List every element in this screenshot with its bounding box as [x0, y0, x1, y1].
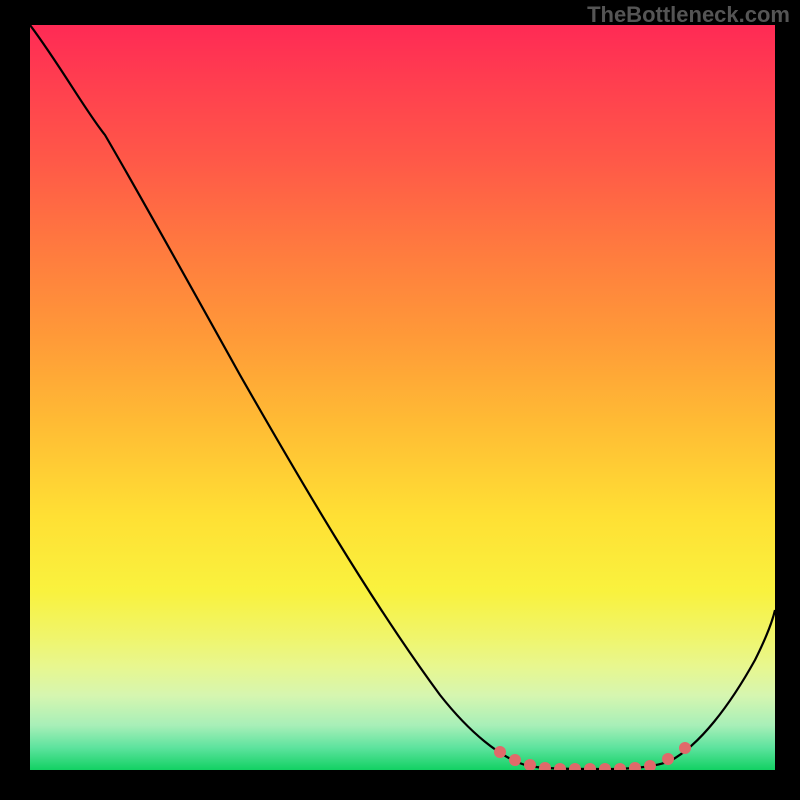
watermark-text: TheBottleneck.com — [587, 2, 790, 28]
marker-dot — [539, 762, 551, 770]
chart-svg — [30, 25, 775, 770]
marker-dot — [614, 763, 626, 770]
bottleneck-curve — [30, 25, 775, 769]
marker-dot — [554, 763, 566, 770]
marker-dot — [644, 760, 656, 770]
marker-dot — [662, 753, 674, 765]
marker-dot — [494, 746, 506, 758]
marker-dot — [569, 763, 581, 770]
valley-markers — [494, 742, 691, 770]
marker-dot — [584, 763, 596, 770]
marker-dot — [599, 763, 611, 770]
marker-dot — [679, 742, 691, 754]
plot-area — [30, 25, 775, 770]
marker-dot — [509, 754, 521, 766]
marker-dot — [524, 759, 536, 770]
marker-dot — [629, 762, 641, 770]
